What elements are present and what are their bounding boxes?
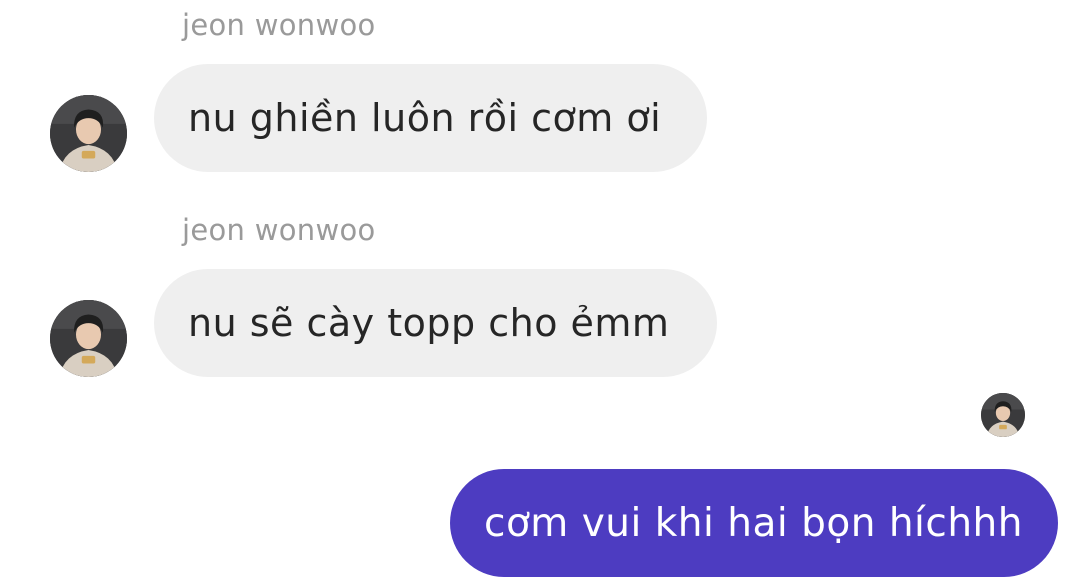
sender-avatar[interactable] <box>50 95 127 172</box>
sender-name: jeon wonwoo <box>182 213 376 247</box>
seen-indicator-avatar <box>981 393 1025 437</box>
message-bubble-outgoing[interactable]: cơm vui khi hai bọn híchhh <box>450 469 1058 577</box>
sender-name: jeon wonwoo <box>182 8 376 42</box>
user-avatar-icon <box>50 300 127 377</box>
user-avatar-icon <box>50 95 127 172</box>
user-avatar-icon <box>981 393 1025 437</box>
sender-avatar[interactable] <box>50 300 127 377</box>
message-bubble[interactable]: nu sẽ cày topp cho ẻmm <box>154 269 717 377</box>
message-bubble[interactable]: nu ghiền luôn rồi cơm ơi <box>154 64 707 172</box>
